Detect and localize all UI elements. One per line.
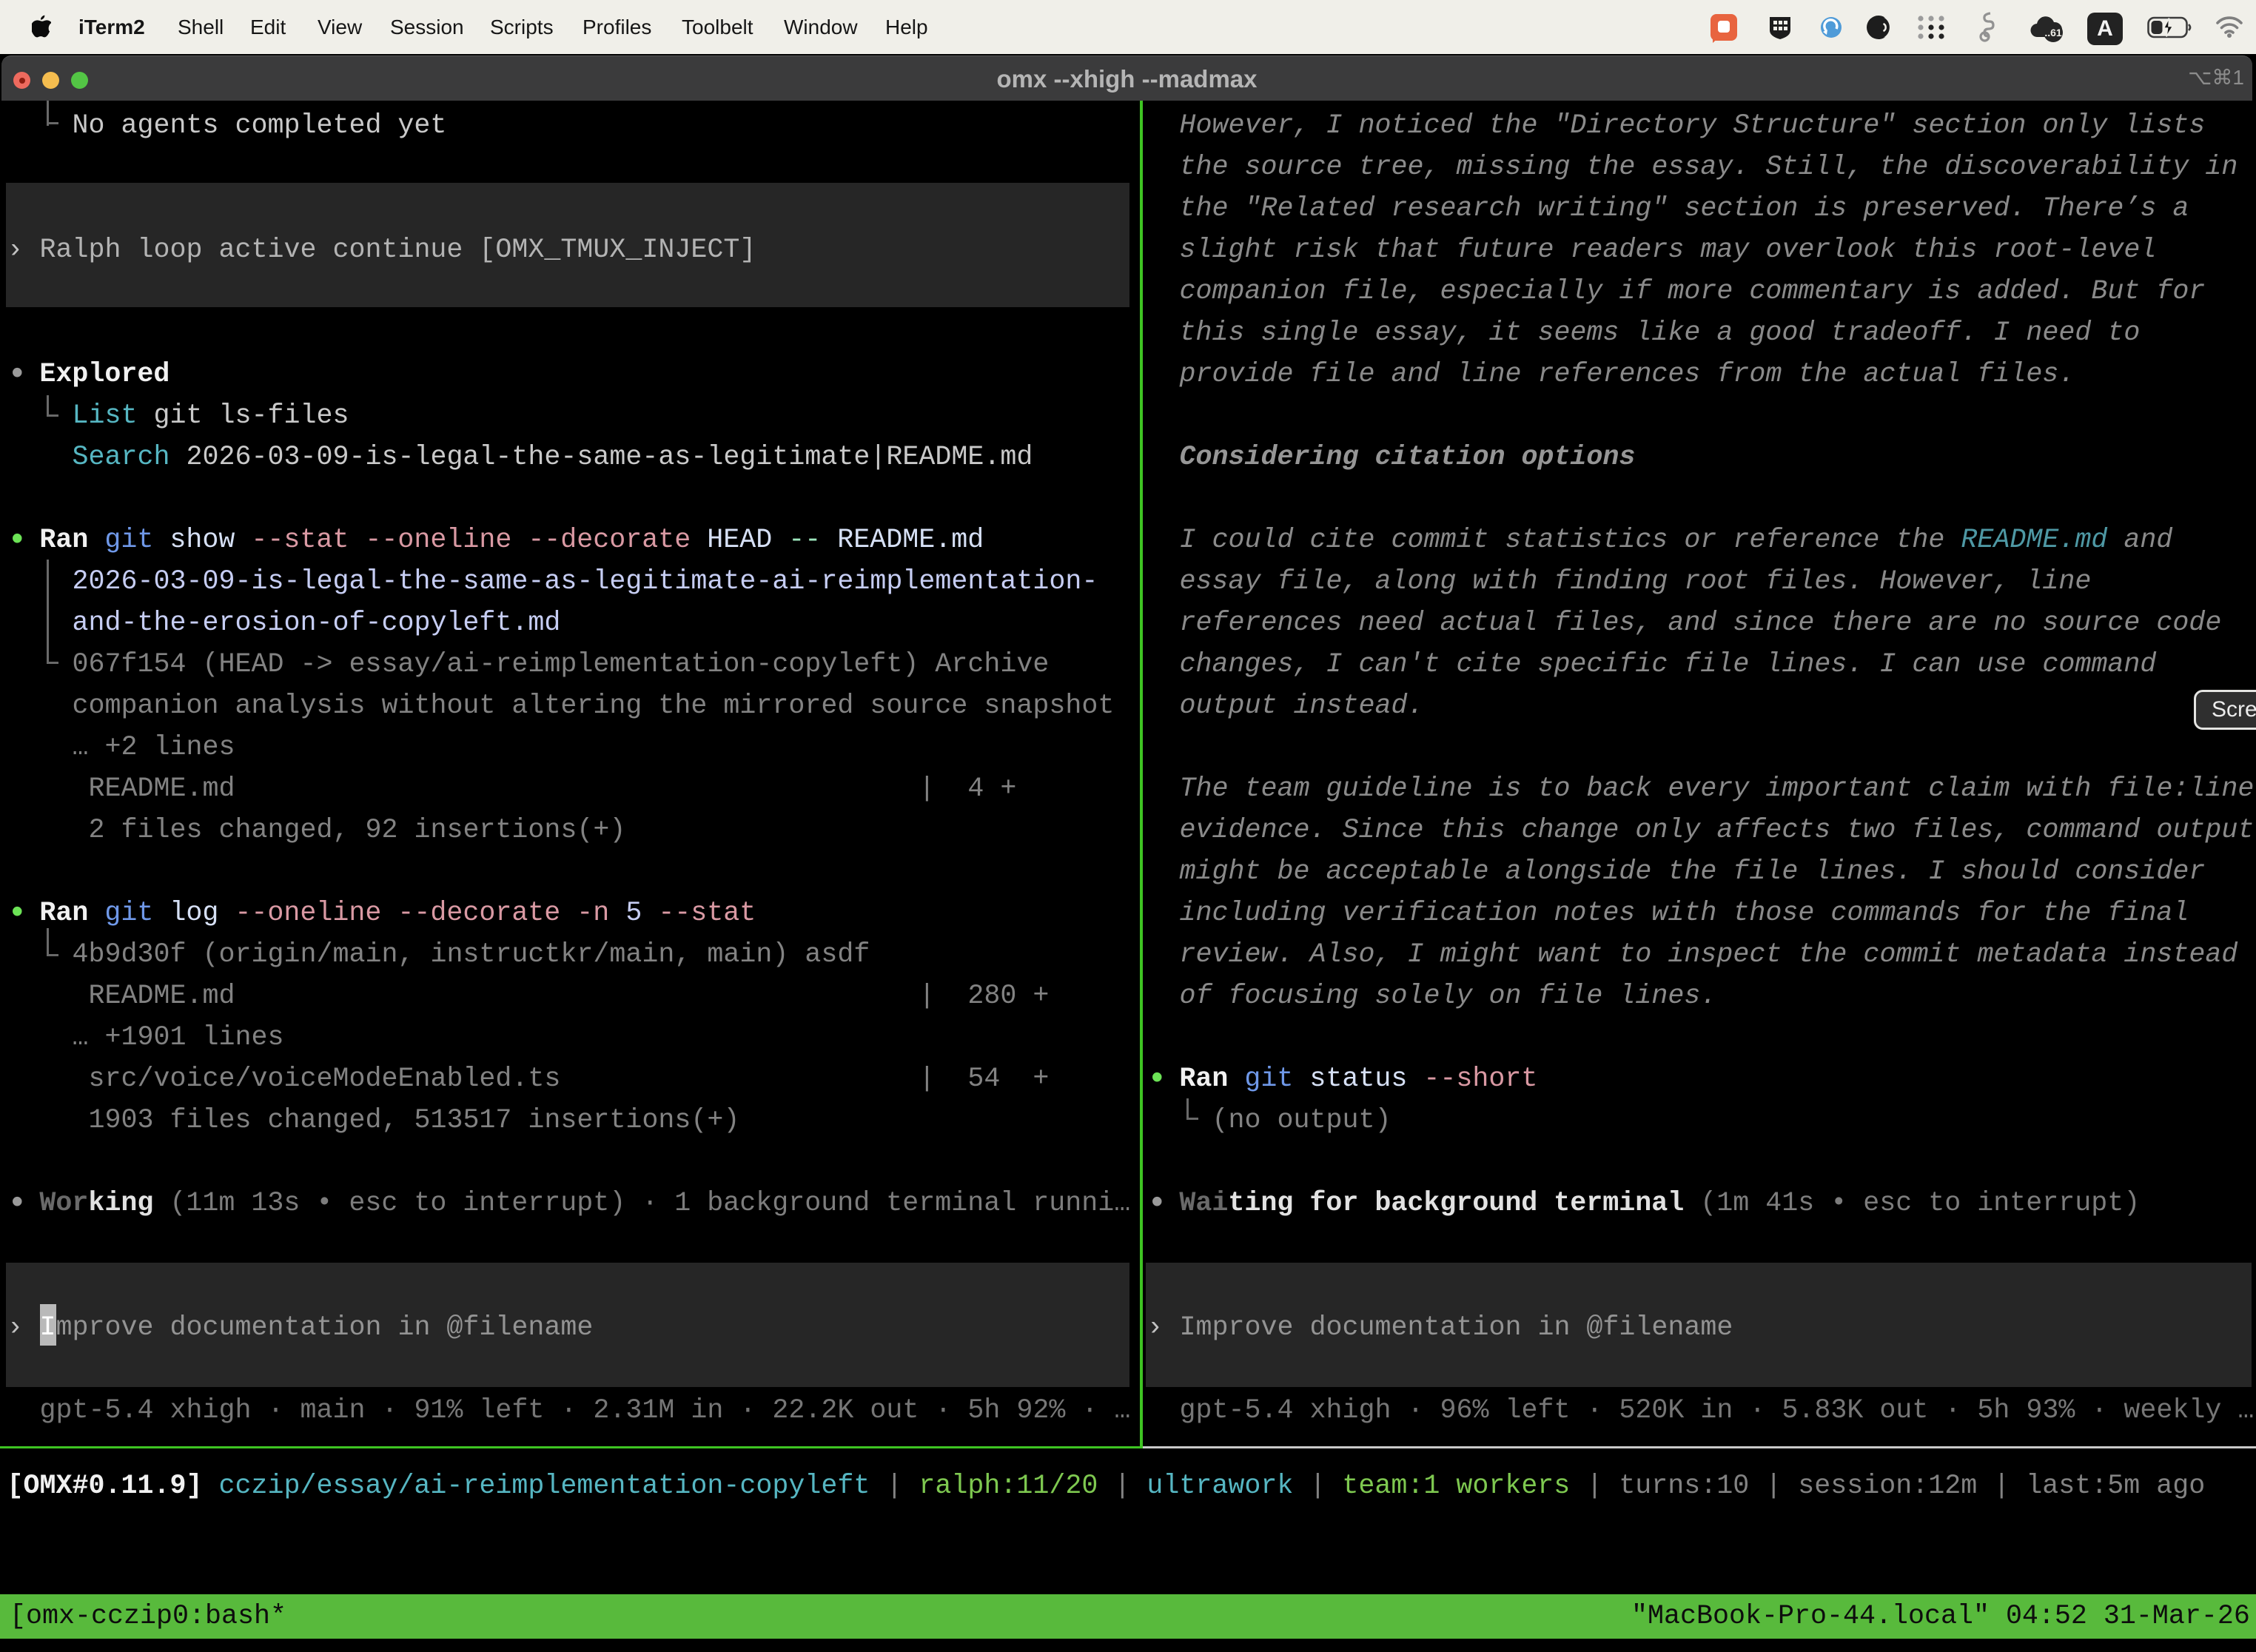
svg-text:..61: ..61	[2044, 27, 2062, 38]
